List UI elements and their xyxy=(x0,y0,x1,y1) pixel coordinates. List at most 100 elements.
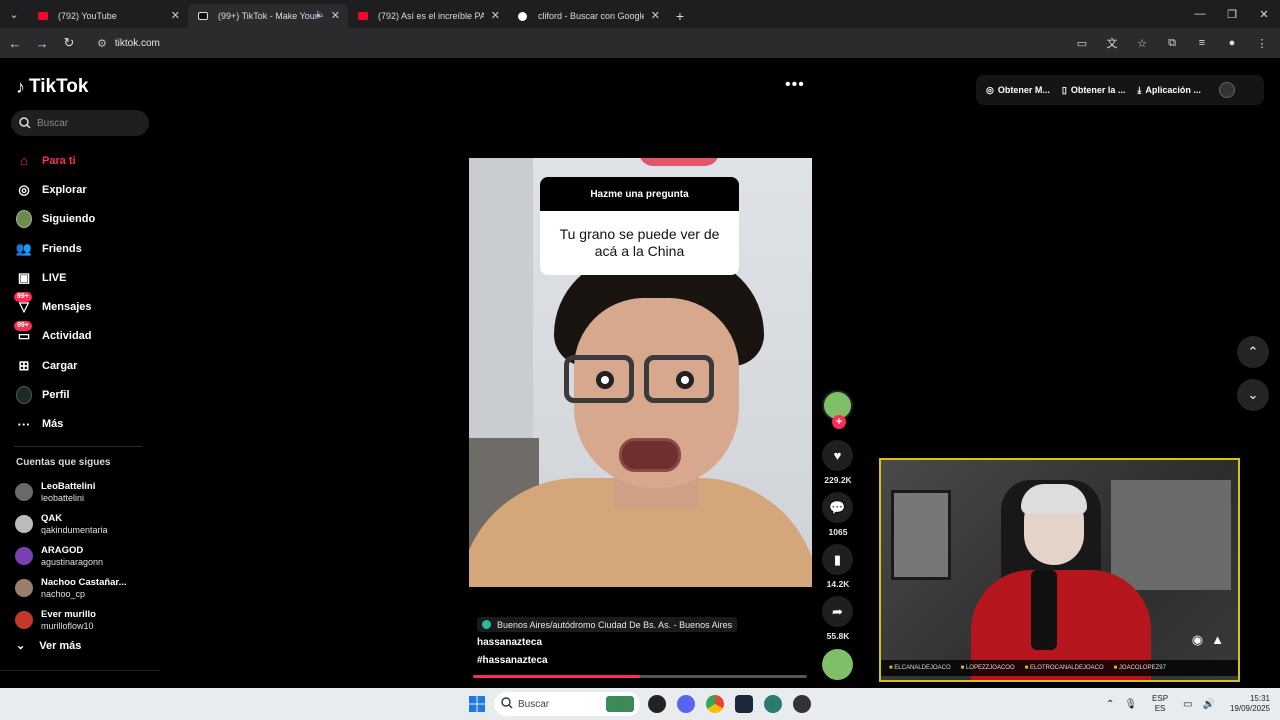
user-avatar[interactable] xyxy=(1218,82,1235,98)
sidebar-item-para-ti[interactable]: ⌂ Para ti xyxy=(0,146,160,175)
profile-avatar-icon[interactable]: ● xyxy=(1220,31,1244,55)
tray-chevron-icon[interactable]: ⌃ xyxy=(1106,699,1114,710)
account-name: QAK xyxy=(41,512,63,524)
bookmark-star-icon[interactable]: ☆ xyxy=(1130,31,1154,55)
sidebar-item-mas[interactable]: ··· Más xyxy=(0,410,160,439)
next-video-button[interactable]: ⌄ xyxy=(1237,379,1269,411)
tab-tiktok[interactable]: (99+) TikTok - Make Your Day 🔈 ✕ xyxy=(188,4,348,28)
see-more-button[interactable]: ⌄ Ver más xyxy=(16,639,81,653)
close-tab-icon[interactable]: ✕ xyxy=(331,9,340,22)
close-tab-icon[interactable]: ✕ xyxy=(651,9,660,22)
site-info-icon[interactable]: ⚙ xyxy=(97,37,107,50)
youtube-icon xyxy=(38,12,48,20)
media-control-icon[interactable]: ≡ xyxy=(1190,31,1214,55)
sidebar-item-explorar[interactable]: ◎ Explorar xyxy=(0,175,160,204)
following-account[interactable]: LeoBattelini leobattelini xyxy=(15,476,155,508)
close-tab-icon[interactable]: ✕ xyxy=(171,9,180,22)
tab-search-button[interactable]: ⌄ xyxy=(0,0,28,28)
like-count: 229.2K xyxy=(824,475,852,485)
get-app-button[interactable]: ▯ Obtener la ... xyxy=(1062,85,1125,96)
button-label: Obtener la ... xyxy=(1070,85,1126,95)
video-author[interactable]: hassanazteca xyxy=(477,637,542,648)
sidebar-item-live[interactable]: ▣ LIVE xyxy=(0,263,160,292)
steam-icon[interactable] xyxy=(735,695,753,713)
stream-overlay-window[interactable]: ◉▲ ELCANALDEJOACO LOPEZZJOACOO ELOTROCAN… xyxy=(879,458,1240,682)
account-name: LeoBattelini xyxy=(41,480,96,492)
close-tab-icon[interactable]: ✕ xyxy=(491,9,500,22)
tab-google[interactable]: cliford - Buscar con Google ✕ xyxy=(508,4,668,28)
back-icon[interactable]: ← xyxy=(3,31,27,55)
restore-icon[interactable]: ❐ xyxy=(1216,0,1248,28)
search-input[interactable]: Buscar xyxy=(11,110,149,136)
cast-icon[interactable]: ▭ xyxy=(1070,31,1094,55)
speaker-icon[interactable]: 🔈 xyxy=(315,9,326,20)
reload-icon[interactable]: ↻ xyxy=(57,31,81,55)
translate-icon[interactable]: 文 xyxy=(1100,31,1124,55)
live-icon: ▣ xyxy=(17,269,31,285)
following-account[interactable]: QAK qakindumentaria xyxy=(15,508,155,540)
compass-icon: ◎ xyxy=(18,181,30,197)
like-button[interactable]: ♥ 229.2K xyxy=(822,440,854,485)
video-player[interactable]: Hazme una pregunta Tu grano se puede ver… xyxy=(469,158,812,587)
discord-icon[interactable] xyxy=(677,695,695,713)
video-progress-bar[interactable] xyxy=(473,675,807,678)
comment-icon: 💬 xyxy=(822,492,853,523)
save-button[interactable]: ▮ 14.2K xyxy=(822,544,854,589)
home-icon: ⌂ xyxy=(20,153,28,169)
extensions-icon[interactable]: ⧉ xyxy=(1160,31,1184,55)
sidebar-item-actividad[interactable]: ▭ 99+ Actividad xyxy=(0,321,160,351)
more-options-icon[interactable]: ••• xyxy=(785,76,805,94)
chrome-icon[interactable] xyxy=(706,695,724,713)
minimize-icon[interactable]: — xyxy=(1184,0,1216,28)
tiktok-page: ♪ TikTok Buscar ⌂ Para ti ◎ Explorar Sig… xyxy=(0,58,1280,688)
following-list: LeoBattelini leobattelini QAK qakindumenta… xyxy=(15,476,155,636)
network-icon[interactable]: ▭ xyxy=(1183,699,1192,710)
notification-badge: 99+ xyxy=(14,321,32,332)
windows-start-icon[interactable] xyxy=(469,696,485,712)
desktop-app-button[interactable]: ⤓ Aplicación ... xyxy=(1137,85,1201,96)
tab-title: (99+) TikTok - Make Your Day xyxy=(218,11,316,21)
account-handle: qakindumentaria xyxy=(41,524,108,535)
tab-youtube-parque[interactable]: (792) Así es el increíble PARQUE ✕ xyxy=(348,4,508,28)
location-tag[interactable]: Buenos Aires/autódromo Ciudad De Bs. As.… xyxy=(477,617,738,632)
new-tab-button[interactable]: + xyxy=(668,4,692,28)
close-window-icon[interactable]: ✕ xyxy=(1248,0,1280,28)
address-bar[interactable]: ⚙ tiktok.com xyxy=(87,32,1137,54)
sidebar-item-mensajes[interactable]: ▽ 99+ Mensajes xyxy=(0,292,160,321)
microphone-icon[interactable]: 🎙 xyxy=(1124,699,1137,710)
avatar xyxy=(15,547,33,565)
sidebar-item-label: Perfil xyxy=(42,389,70,402)
taskbar-search-label: Buscar xyxy=(518,698,550,710)
share-button[interactable]: ➦ 55.8K xyxy=(822,596,854,641)
forward-icon[interactable]: → xyxy=(30,31,54,55)
question-sticker: Hazme una pregunta Tu grano se puede ver… xyxy=(540,177,739,275)
profile-icon xyxy=(16,386,32,405)
following-account[interactable]: ARAGOD agustinaragonn xyxy=(15,540,155,572)
volume-icon[interactable]: 🔊 xyxy=(1203,699,1215,710)
app-icon-soundcloud[interactable] xyxy=(648,695,666,713)
get-coins-button[interactable]: ◎ Obtener M... xyxy=(986,85,1050,96)
video-hashtag[interactable]: #hassanazteca xyxy=(477,655,548,666)
language-indicator[interactable]: ESP ES xyxy=(1152,694,1168,714)
save-count: 14.2K xyxy=(826,579,850,589)
following-account[interactable]: Ever murillo murilloflow10 xyxy=(15,604,155,636)
comment-button[interactable]: 💬 1065 xyxy=(822,492,854,537)
app-icon-green[interactable] xyxy=(764,695,782,713)
music-disc-avatar[interactable] xyxy=(822,649,853,680)
tab-youtube[interactable]: (792) YouTube ✕ xyxy=(28,4,188,28)
app-icon-dark[interactable] xyxy=(793,695,811,713)
tiktok-logo[interactable]: ♪ TikTok xyxy=(16,76,88,98)
follow-plus-icon[interactable]: + xyxy=(832,415,846,429)
sidebar-item-cargar[interactable]: ⊞ Cargar xyxy=(0,351,160,380)
browser-tab-strip: ⌄ (792) YouTube ✕ (99+) TikTok - Make Yo… xyxy=(0,0,1280,28)
sidebar-item-friends[interactable]: 👥 Friends xyxy=(0,234,160,263)
sidebar-nav: ⌂ Para ti ◎ Explorar Siguiendo 👥 Friends… xyxy=(0,146,160,439)
taskbar-search[interactable]: Buscar xyxy=(494,692,640,716)
previous-video-button[interactable]: ⌃ xyxy=(1237,336,1269,368)
friends-icon: 👥 xyxy=(15,240,33,256)
clock[interactable]: 15:31 19/09/2025 xyxy=(1230,694,1270,714)
following-account[interactable]: Nachoo Castañar... nachoo_cp xyxy=(15,572,155,604)
sidebar-item-siguiendo[interactable]: Siguiendo xyxy=(0,205,160,234)
sidebar-item-perfil[interactable]: Perfil xyxy=(0,380,160,409)
menu-icon[interactable]: ⋮ xyxy=(1250,31,1274,55)
